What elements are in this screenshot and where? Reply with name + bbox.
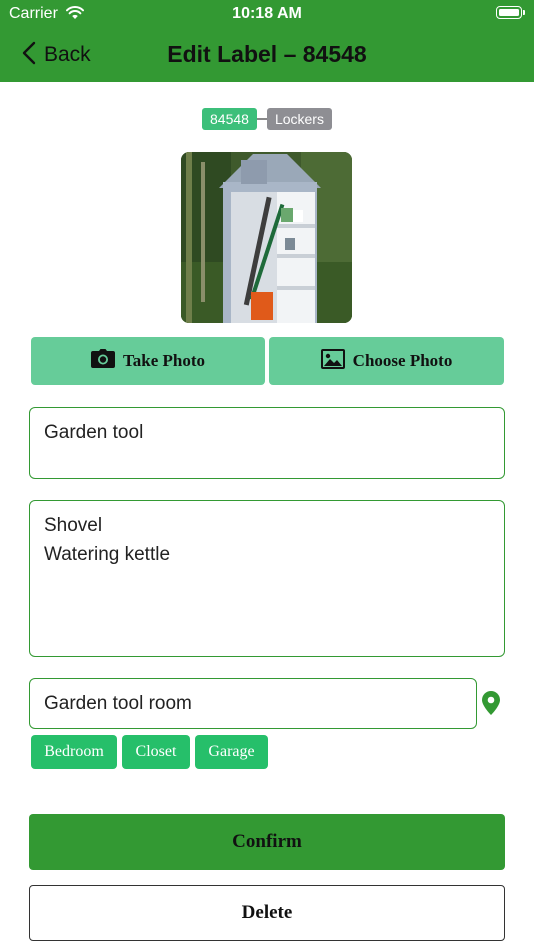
location-value: Garden tool room — [44, 693, 192, 714]
tag-connector — [256, 118, 267, 120]
location-chip-bedroom[interactable]: Bedroom — [31, 735, 117, 769]
location-chip-closet[interactable]: Closet — [122, 735, 190, 769]
label-tags: 84548 Lockers — [0, 108, 534, 130]
label-id-badge: 84548 — [202, 108, 257, 130]
navigation-bar: Carrier 10:18 AM Back Edit Label – 84548 — [0, 0, 534, 82]
item-photo — [181, 152, 352, 323]
take-photo-label: Take Photo — [122, 351, 206, 370]
location-chip-garage[interactable]: Garage — [195, 735, 268, 769]
delete-button[interactable]: Delete — [29, 885, 505, 941]
contents-field[interactable]: Shovel Watering kettle — [29, 500, 505, 657]
choose-photo-button[interactable]: Choose Photo — [269, 337, 504, 385]
battery-icon — [496, 6, 522, 19]
image-icon — [320, 348, 345, 374]
battery-tip — [523, 10, 525, 15]
page-title: Edit Label – 84548 — [167, 41, 367, 67]
contents-line: Shovel — [44, 515, 103, 536]
confirm-button[interactable]: Confirm — [29, 814, 505, 870]
choose-photo-label: Choose Photo — [352, 351, 453, 370]
take-photo-button[interactable]: Take Photo — [31, 337, 265, 385]
name-value: Garden tool — [44, 422, 144, 443]
location-field[interactable]: Garden tool room — [29, 678, 477, 729]
contents-line: Watering kettle — [44, 544, 171, 565]
category-badge: Lockers — [266, 108, 332, 130]
status-time: 10:18 AM — [232, 5, 302, 22]
camera-icon — [90, 349, 115, 373]
name-field[interactable]: Garden tool — [29, 407, 505, 479]
location-pin-icon[interactable] — [481, 691, 501, 721]
